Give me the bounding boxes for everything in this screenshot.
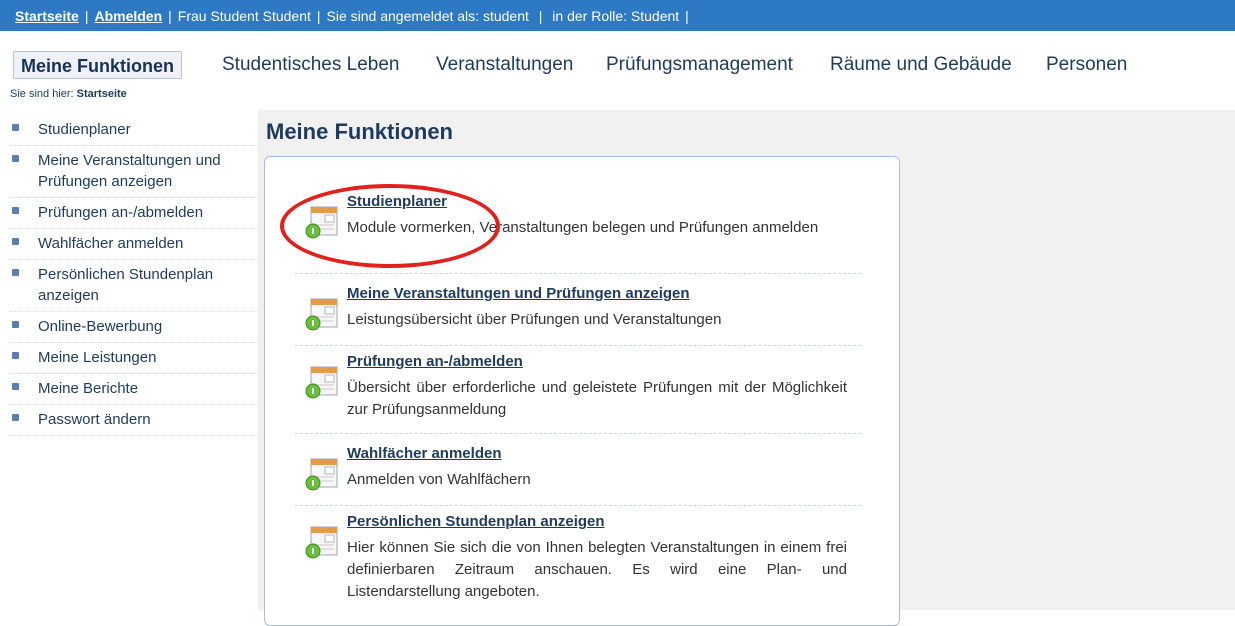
sidebar-item-pruefungen-anmelden[interactable]: Prüfungen an-/abmelden (10, 198, 258, 229)
function-entry: Persönlichen Stundenplan anzeigen Hier k… (295, 513, 861, 623)
square-bullet-icon (12, 414, 19, 421)
sidebar: Studienplaner Meine Veranstaltungen und … (10, 115, 258, 436)
entry-description: Übersicht über erforderliche und geleist… (347, 379, 847, 418)
sidebar-item-studienplaner[interactable]: Studienplaner (10, 115, 258, 146)
square-bullet-icon (12, 155, 19, 162)
entry-title-link[interactable]: Prüfungen an-/abmelden (347, 353, 523, 370)
sidebar-item-label: Meine Berichte (38, 380, 139, 397)
entry-description: Hier können Sie sich die von Ihnen beleg… (347, 539, 847, 600)
sidebar-item-online-bewerbung[interactable]: Online-Bewerbung (10, 312, 258, 343)
square-bullet-icon (12, 321, 19, 328)
calendar-info-icon (305, 458, 338, 491)
square-bullet-icon (12, 207, 19, 214)
sidebar-item-label: Prüfungen an-/abmelden (38, 204, 204, 221)
sidebar-item-label: Passwort ändern (38, 411, 151, 428)
separator: | (168, 7, 172, 24)
logout-link[interactable]: Abmelden (94, 8, 162, 24)
entry-title-link[interactable]: Meine Veranstaltungen und Prüfungen anze… (347, 285, 690, 302)
separator: | (685, 7, 689, 24)
entry-description: Anmelden von Wahlfächern (347, 471, 531, 488)
logged-in-info: Sie sind angemeldet als: student (326, 7, 529, 24)
home-link[interactable]: Startseite (15, 8, 79, 24)
function-entry: Meine Veranstaltungen und Prüfungen anze… (295, 285, 861, 346)
main-navigation: Meine Funktionen Studentisches Leben Ver… (0, 46, 1235, 82)
page-title: Meine Funktionen (266, 119, 453, 144)
sidebar-item-label: Meine Veranstaltungen und Prüfungen anze… (38, 152, 221, 190)
square-bullet-icon (12, 269, 19, 276)
entry-title-link[interactable]: Persönlichen Stundenplan anzeigen (347, 513, 605, 530)
square-bullet-icon (12, 124, 19, 131)
separator: | (534, 7, 547, 24)
sidebar-item-leistungen[interactable]: Meine Leistungen (10, 343, 258, 374)
separator: | (84, 7, 89, 24)
sidebar-item-veranstaltungen-pruefungen[interactable]: Meine Veranstaltungen und Prüfungen anze… (10, 146, 258, 198)
entry-title-link[interactable]: Wahlfächer anmelden (347, 445, 501, 462)
sidebar-item-label: Online-Bewerbung (38, 318, 163, 335)
sidebar-item-label: Studienplaner (38, 121, 131, 138)
separator: | (316, 7, 321, 24)
sidebar-item-label: Wahlfächer anmelden (38, 235, 184, 252)
calendar-info-icon (305, 298, 338, 331)
calendar-info-icon (305, 526, 338, 559)
sidebar-item-wahlfaecher[interactable]: Wahlfächer anmelden (10, 229, 258, 260)
square-bullet-icon (12, 238, 19, 245)
sidebar-item-label: Persönlichen Stundenplan anzeigen (38, 266, 214, 304)
nav-item-veranstaltungen[interactable]: Veranstaltungen (436, 51, 573, 79)
sidebar-item-stundenplan[interactable]: Persönlichen Stundenplan anzeigen (10, 260, 258, 312)
sidebar-item-berichte[interactable]: Meine Berichte (10, 374, 258, 405)
calendar-info-icon (305, 366, 338, 399)
role-info: in der Rolle: Student (552, 7, 680, 24)
breadcrumb-current[interactable]: Startseite (77, 88, 127, 100)
top-bar: Startseite | Abmelden | Frau Student Stu… (0, 0, 1235, 31)
nav-item-raeume-und-gebaeude[interactable]: Räume und Gebäude (830, 51, 1012, 79)
nav-item-meine-funktionen[interactable]: Meine Funktionen (13, 51, 182, 79)
nav-item-pruefungsmanagement[interactable]: Prüfungsmanagement (606, 51, 793, 79)
sidebar-item-label: Meine Leistungen (38, 349, 157, 366)
nav-item-personen[interactable]: Personen (1046, 51, 1127, 79)
square-bullet-icon (12, 352, 19, 359)
entry-description: Leistungsübersicht über Prüfungen und Ve… (347, 311, 722, 328)
function-entry: Prüfungen an-/abmelden Übersicht über er… (295, 353, 861, 434)
square-bullet-icon (12, 383, 19, 390)
breadcrumb-prefix: Sie sind hier: (10, 88, 74, 100)
highlight-circle-annotation (280, 184, 500, 268)
function-entry: Wahlfächer anmelden Anmelden von Wahlfäc… (295, 445, 861, 506)
sidebar-item-passwort[interactable]: Passwort ändern (10, 405, 258, 436)
breadcrumb: Sie sind hier: Startseite (10, 88, 127, 100)
user-name: Frau Student Student (177, 7, 311, 24)
nav-item-studentisches-leben[interactable]: Studentisches Leben (222, 51, 399, 79)
